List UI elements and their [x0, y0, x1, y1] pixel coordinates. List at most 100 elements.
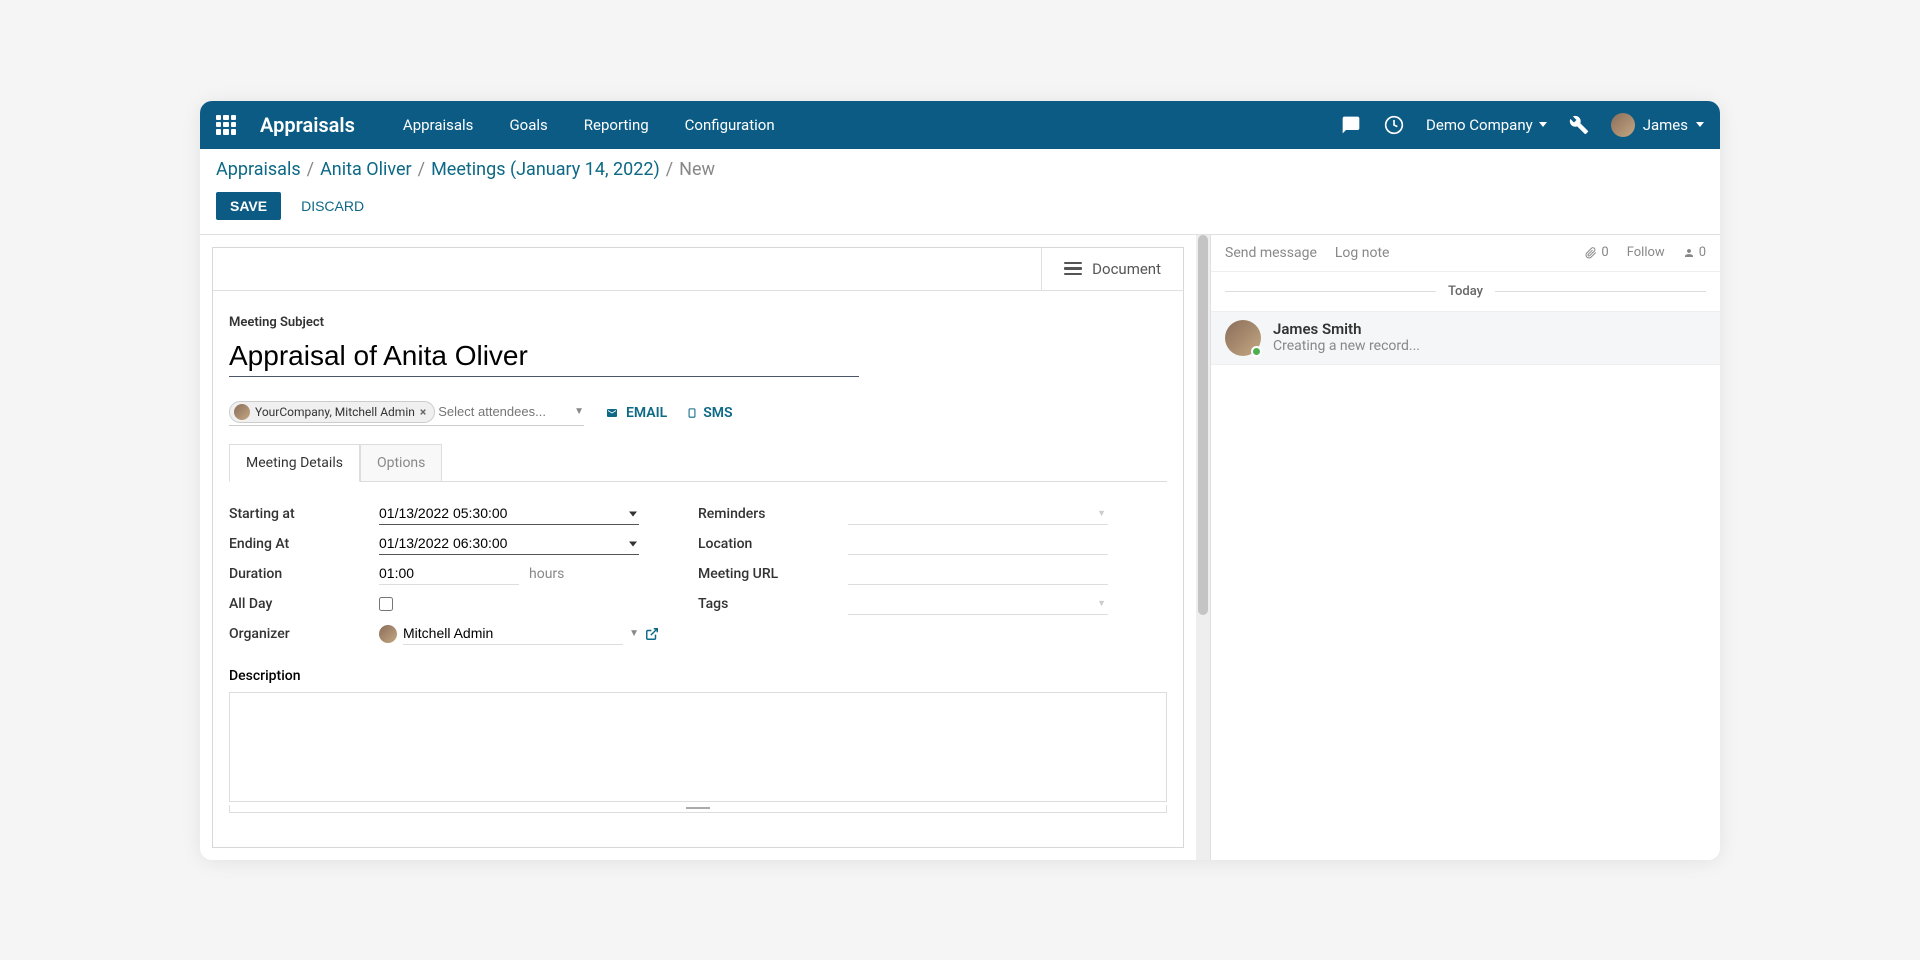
resize-handle[interactable] [229, 805, 1167, 813]
form-row: Starting at Ending At [229, 500, 1167, 650]
card-header: Document [213, 248, 1183, 291]
form-col-left: Starting at Ending At [229, 500, 698, 650]
attendee-avatar [234, 404, 250, 420]
company-name: Demo Company [1426, 116, 1533, 134]
top-bar: Appraisals Appraisals Goals Reporting Co… [200, 101, 1720, 149]
location-input[interactable] [848, 532, 1108, 555]
hamburger-icon [1064, 262, 1082, 276]
field-starting-at: Starting at [229, 500, 698, 528]
attendee-tag-label: YourCompany, Mitchell Admin [255, 405, 415, 419]
company-selector[interactable]: Demo Company [1426, 116, 1547, 134]
email-button[interactable]: EMAIL [604, 405, 667, 421]
organizer-avatar [379, 625, 397, 643]
breadcrumb-bar: Appraisals / Anita Oliver / Meetings (Ja… [200, 149, 1720, 184]
caret-down-icon: ▼ [629, 628, 639, 639]
field-reminders: Reminders ▼ [698, 500, 1167, 528]
sms-button[interactable]: SMS [687, 405, 732, 421]
field-meeting-url: Meeting URL [698, 560, 1167, 588]
user-name: James [1643, 116, 1688, 134]
app-title[interactable]: Appraisals [260, 113, 355, 137]
caret-down-icon [1696, 122, 1704, 127]
scrollbar[interactable] [1196, 235, 1210, 860]
save-button[interactable]: SAVE [216, 192, 281, 220]
starting-at-label: Starting at [229, 506, 379, 522]
breadcrumb-link[interactable]: Meetings (January 14, 2022) [431, 159, 660, 180]
followers-button[interactable]: 0 [1683, 245, 1706, 260]
user-avatar [1611, 113, 1635, 137]
form-panel: Document Meeting Subject YourCompany, Mi… [200, 235, 1196, 860]
ending-at-input[interactable] [379, 532, 639, 555]
chatter-message: James Smith Creating a new record... [1211, 311, 1720, 365]
tags-input[interactable] [848, 592, 1108, 615]
starting-at-input[interactable] [379, 502, 639, 525]
field-location: Location [698, 530, 1167, 558]
subject-label: Meeting Subject [229, 315, 1167, 330]
message-avatar [1225, 320, 1261, 356]
follower-count: 0 [1699, 245, 1706, 260]
tab-options[interactable]: Options [360, 444, 442, 482]
meeting-url-input[interactable] [848, 562, 1108, 585]
nav-items: Appraisals Goals Reporting Configuration [403, 116, 1340, 134]
organizer-label: Organizer [229, 626, 379, 642]
nav-goals[interactable]: Goals [509, 116, 547, 134]
attach-count: 0 [1601, 245, 1608, 260]
chatter-panel: Send message Log note 0 Follow 0 [1210, 235, 1720, 860]
breadcrumb-link[interactable]: Appraisals [216, 159, 301, 180]
description-label: Description [229, 668, 1167, 684]
attachments-button[interactable]: 0 [1585, 245, 1608, 260]
organizer-input[interactable] [403, 622, 623, 645]
attendees-field[interactable]: YourCompany, Mitchell Admin × ▼ [229, 401, 584, 426]
chatter-header: Send message Log note 0 Follow 0 [1211, 235, 1720, 272]
attendee-tag[interactable]: YourCompany, Mitchell Admin × [229, 401, 435, 423]
attendees-input[interactable] [435, 401, 574, 422]
field-tags: Tags ▼ [698, 590, 1167, 618]
reminders-label: Reminders [698, 506, 848, 522]
tab-meeting-details[interactable]: Meeting Details [229, 444, 360, 482]
app-window: Appraisals Appraisals Goals Reporting Co… [200, 101, 1720, 860]
card-body: Meeting Subject YourCompany, Mitchell Ad… [213, 291, 1183, 847]
breadcrumb-current: New [679, 159, 715, 180]
field-all-day: All Day [229, 590, 698, 618]
nav-appraisals[interactable]: Appraisals [403, 116, 474, 134]
caret-down-icon [1539, 122, 1547, 127]
form-col-right: Reminders ▼ Location [698, 500, 1167, 650]
document-label: Document [1092, 260, 1161, 278]
external-link-icon[interactable] [645, 627, 659, 641]
caret-down-icon: ▼ [1097, 508, 1106, 519]
remove-tag-icon[interactable]: × [420, 405, 426, 419]
send-message-button[interactable]: Send message [1225, 245, 1317, 261]
follow-button[interactable]: Follow [1627, 245, 1665, 260]
presence-indicator [1251, 346, 1262, 357]
document-button[interactable]: Document [1041, 248, 1183, 290]
location-label: Location [698, 536, 848, 552]
caret-down-icon: ▼ [1097, 598, 1106, 609]
sms-label: SMS [703, 405, 732, 421]
log-note-button[interactable]: Log note [1335, 245, 1390, 261]
nav-configuration[interactable]: Configuration [685, 116, 775, 134]
breadcrumb-link[interactable]: Anita Oliver [320, 159, 412, 180]
duration-input[interactable] [379, 562, 519, 585]
tags-label: Tags [698, 596, 848, 612]
discard-button[interactable]: DISCARD [291, 192, 374, 220]
tabs: Meeting Details Options [229, 444, 1167, 481]
field-duration: Duration hours [229, 560, 698, 588]
breadcrumb-sep: / [307, 159, 314, 180]
reminders-input[interactable] [848, 502, 1108, 525]
breadcrumb-sep: / [666, 159, 673, 180]
field-organizer: Organizer ▼ [229, 620, 698, 648]
messages-icon[interactable] [1340, 115, 1362, 135]
meeting-url-label: Meeting URL [698, 566, 848, 582]
nav-reporting[interactable]: Reporting [584, 116, 649, 134]
subject-input[interactable] [229, 336, 859, 377]
all-day-checkbox[interactable] [379, 597, 393, 611]
user-menu[interactable]: James [1611, 113, 1704, 137]
field-ending-at: Ending At [229, 530, 698, 558]
debug-icon[interactable] [1569, 115, 1589, 135]
activity-icon[interactable] [1384, 115, 1404, 135]
breadcrumb-sep: / [418, 159, 425, 180]
description-input[interactable] [229, 692, 1167, 802]
scrollbar-thumb[interactable] [1198, 235, 1208, 615]
apps-icon[interactable] [216, 115, 236, 135]
message-body: Creating a new record... [1273, 338, 1706, 354]
action-row: SAVE DISCARD [200, 184, 1720, 234]
